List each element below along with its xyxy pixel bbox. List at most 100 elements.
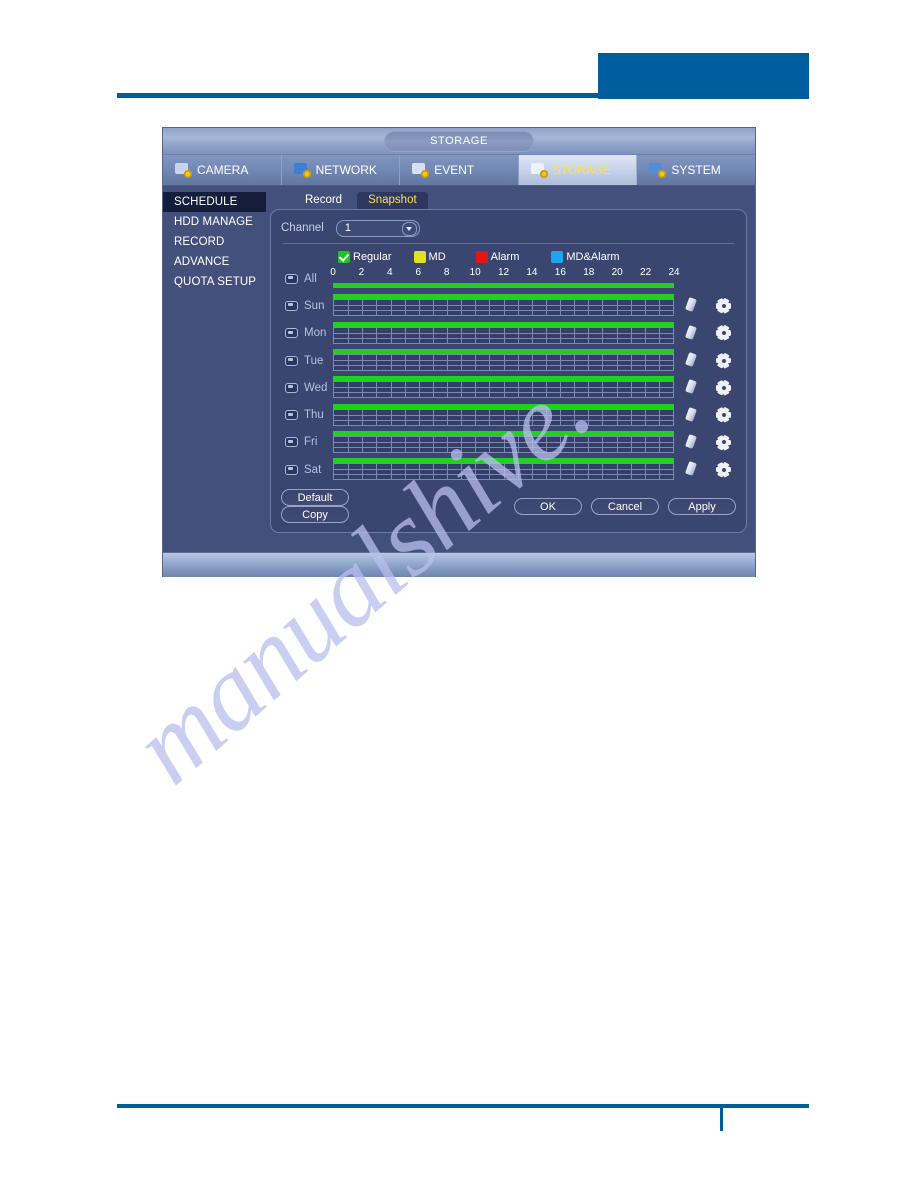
sidebar-item-schedule[interactable]: SCHEDULE: [163, 192, 266, 212]
schedule-rows: All 0 2 4 6 8 10 12 14 16 18 20 22 24 Sun Mon Tue Wed Thu F…: [281, 265, 736, 483]
main-tab-storage[interactable]: STORAGE: [518, 155, 638, 185]
sidebar-item-record[interactable]: RECORD: [163, 232, 266, 252]
legend-item-md[interactable]: MD: [413, 250, 446, 263]
timeline-grid[interactable]: [333, 326, 674, 344]
row-check-group: Fri: [281, 436, 333, 448]
event-icon: [412, 162, 430, 178]
legend-swatch-regular[interactable]: [338, 250, 350, 263]
timeline-mon[interactable]: [333, 321, 674, 345]
hour-tick: 10: [469, 267, 481, 279]
row-actions: [674, 379, 736, 396]
hour-tick: 0: [330, 267, 336, 279]
legend-label: Alarm: [490, 250, 520, 263]
legend-swatch-alarm[interactable]: [475, 250, 488, 263]
gear-icon[interactable]: [716, 434, 731, 451]
gear-icon[interactable]: [716, 379, 731, 396]
all-timeline-bar[interactable]: [333, 283, 674, 289]
network-icon: [293, 162, 311, 178]
eraser-icon[interactable]: [685, 379, 699, 395]
legend-swatch-md[interactable]: [413, 250, 426, 263]
checkbox-tue[interactable]: [285, 355, 298, 366]
main-tab-system[interactable]: SYSTEM: [637, 155, 755, 185]
ok-button[interactable]: OK: [514, 497, 582, 515]
camera-icon: [175, 162, 192, 178]
eraser-icon[interactable]: [685, 324, 699, 341]
legend: Regular MD Alarm MD&Alarm: [281, 249, 736, 264]
row-label: Sun: [304, 299, 325, 312]
sidebar-item-advance[interactable]: ADVANCE: [163, 252, 266, 272]
checkbox-thu[interactable]: [285, 410, 298, 421]
gear-icon[interactable]: [716, 352, 731, 369]
legend-item-regular[interactable]: Regular: [338, 250, 392, 263]
row-check-group: Tue: [281, 355, 333, 367]
panel-buttons-right: OK Cancel Apply: [514, 497, 736, 515]
default-button[interactable]: Default: [281, 489, 349, 506]
apply-button[interactable]: Apply: [668, 497, 736, 515]
main-tab-label: CAMERA: [197, 163, 249, 177]
checkbox-fri[interactable]: [285, 437, 298, 448]
legend-item-alarm[interactable]: Alarm: [475, 250, 520, 263]
checkbox-all[interactable]: [285, 273, 298, 284]
hour-tick: 6: [415, 267, 422, 279]
main-tab-network[interactable]: NETWORK: [282, 155, 401, 185]
main-tab-label: EVENT: [434, 163, 475, 177]
eraser-icon[interactable]: [685, 406, 699, 423]
schedule-row-thu: Thu: [281, 401, 736, 428]
checkbox-sat[interactable]: [285, 464, 298, 475]
timeline-thu[interactable]: [333, 403, 674, 427]
legend-item-md-and-alarm[interactable]: MD&Alarm: [551, 250, 620, 263]
checkbox-sun[interactable]: [285, 300, 298, 311]
checkbox-mon[interactable]: [285, 328, 298, 339]
copy-button[interactable]: Copy: [281, 506, 349, 523]
timeline-wed[interactable]: [333, 376, 674, 399]
timeline-grid[interactable]: [333, 435, 674, 453]
timeline-grid[interactable]: [333, 354, 674, 372]
channel-select[interactable]: 1: [335, 219, 420, 237]
timeline-sat[interactable]: [333, 458, 674, 481]
timeline-grid[interactable]: [333, 381, 674, 399]
eraser-icon[interactable]: [685, 352, 699, 368]
timeline-sun[interactable]: [333, 294, 674, 317]
sub-tab-record[interactable]: Record: [294, 192, 353, 209]
row-check-group: Thu: [281, 409, 333, 421]
timeline-tue[interactable]: [333, 349, 674, 372]
footer-rule: [117, 1104, 809, 1108]
schedule-row-tue: Tue: [281, 347, 736, 374]
system-icon: [649, 162, 667, 178]
eraser-icon[interactable]: [685, 433, 699, 450]
hour-tick: 2: [358, 267, 365, 279]
gear-icon[interactable]: [716, 461, 731, 478]
sub-tab-bar: Record Snapshot: [270, 190, 747, 209]
gear-icon[interactable]: [716, 407, 731, 423]
sidebar-item-hdd-manage[interactable]: HDD MANAGE: [163, 212, 266, 232]
main-tab-camera[interactable]: CAMERA: [163, 155, 282, 185]
window-bottom-bar: [163, 552, 755, 577]
timeline-grid[interactable]: [333, 299, 674, 317]
legend-swatch-md-and-alarm[interactable]: [551, 250, 564, 263]
sidebar-item-quota-setup[interactable]: QUOTA SETUP: [163, 272, 266, 292]
row-label: Thu: [304, 409, 324, 422]
timeline-grid[interactable]: [333, 408, 674, 426]
eraser-icon[interactable]: [685, 461, 699, 477]
timeline-fri[interactable]: [333, 430, 674, 454]
sub-tab-snapshot[interactable]: Snapshot: [357, 192, 428, 209]
row-check-group: Wed: [281, 382, 333, 394]
timeline-grid[interactable]: [333, 463, 674, 481]
schedule-row-mon: Mon: [281, 320, 736, 347]
window-titlebar: STORAGE: [163, 128, 755, 155]
cancel-button[interactable]: Cancel: [591, 497, 659, 515]
sidebar: SCHEDULE HDD MANAGE RECORD ADVANCE QUOTA SET…: [163, 186, 266, 552]
row-check-group: All: [281, 273, 333, 285]
legend-label: MD: [428, 250, 446, 263]
hour-tick: 8: [443, 267, 450, 279]
row-label: Fri: [304, 436, 318, 449]
gear-icon[interactable]: [716, 298, 731, 314]
schedule-row-sun: Sun: [281, 292, 736, 319]
eraser-icon[interactable]: [685, 297, 699, 313]
channel-row: Channel 1: [281, 218, 736, 238]
main-tab-event[interactable]: EVENT: [400, 155, 519, 185]
gear-icon[interactable]: [716, 325, 731, 342]
checkbox-wed[interactable]: [285, 382, 298, 393]
chevron-down-icon[interactable]: [401, 221, 417, 236]
row-actions: [674, 297, 736, 314]
